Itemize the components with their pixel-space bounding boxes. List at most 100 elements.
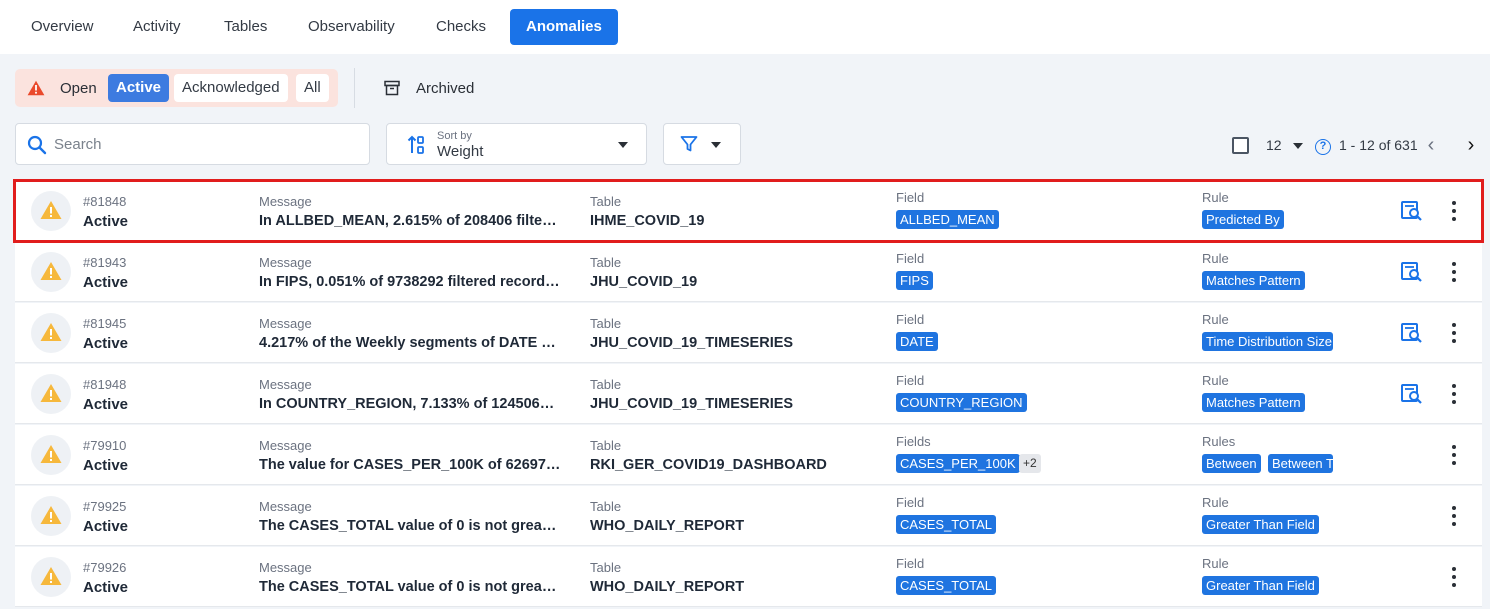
anomaly-status: Active (83, 274, 129, 291)
field-chip: CASES_TOTAL (896, 515, 996, 534)
anomaly-avatar (31, 557, 71, 597)
anomaly-row[interactable]: #81948 Active Message In COUNTRY_REGION,… (15, 364, 1482, 424)
message-label: Message (259, 316, 312, 331)
warning-icon (40, 567, 62, 585)
message-label: Message (259, 377, 312, 392)
message-label: Message (259, 499, 312, 514)
anomaly-row[interactable]: #81848 Active Message In ALLBED_MEAN, 2.… (13, 179, 1484, 243)
table-name: JHU_COVID_19 (590, 274, 698, 290)
field-label: Field (896, 190, 925, 205)
more-options-icon[interactable] (1447, 565, 1461, 589)
rule-chip: Greater Than Field (1202, 515, 1319, 534)
anomaly-avatar (31, 191, 71, 231)
table-label: Table (590, 377, 622, 392)
anomaly-message: In ALLBED_MEAN, 2.615% of 208406 filtere… (259, 213, 561, 229)
message-label: Message (259, 560, 312, 575)
tab-anomalies[interactable]: Anomalies (510, 9, 618, 45)
rule-label: Rules (1202, 434, 1236, 449)
anomaly-avatar (31, 374, 71, 414)
more-options-icon[interactable] (1447, 199, 1461, 223)
inspect-icon[interactable] (1401, 323, 1423, 343)
field-chip: COUNTRY_REGION (896, 393, 1027, 412)
warning-icon (40, 323, 62, 341)
filter-icon (680, 136, 698, 152)
chevron-down-icon[interactable] (1293, 143, 1303, 149)
more-fields-badge[interactable]: +2 (1019, 454, 1041, 473)
prev-page-icon[interactable]: ‹ (1421, 135, 1441, 156)
filter-all-button[interactable]: All (296, 74, 329, 102)
anomaly-row[interactable]: #79926 Active Message The CASES_TOTAL va… (15, 547, 1482, 607)
search-icon (27, 135, 47, 155)
anomaly-avatar (31, 496, 71, 536)
anomaly-status: Active (83, 335, 129, 352)
rule-chip: Between Times (1268, 454, 1333, 473)
field-chip: ALLBED_MEAN (896, 210, 999, 229)
anomaly-row[interactable]: #81943 Active Message In FIPS, 0.051% of… (15, 242, 1482, 302)
tab-overview[interactable]: Overview (15, 9, 110, 45)
more-options-icon[interactable] (1447, 382, 1461, 406)
search-field[interactable] (15, 123, 370, 165)
tab-checks[interactable]: Checks (420, 9, 502, 45)
rule-chip: Matches Pattern (1202, 271, 1305, 290)
anomaly-status: Active (83, 213, 129, 230)
table-name: WHO_DAILY_REPORT (590, 579, 745, 595)
rule-label: Rule (1202, 495, 1229, 510)
chevron-down-icon (711, 142, 721, 148)
rule-chip: Greater Than Field (1202, 576, 1319, 595)
warning-triangle-icon (27, 80, 45, 96)
tab-tables[interactable]: Tables (208, 9, 283, 45)
anomaly-row[interactable]: #81945 Active Message 4.217% of the Week… (15, 303, 1482, 363)
rule-chip: Predicted By (1202, 210, 1284, 229)
warning-icon (40, 262, 62, 280)
anomaly-id: #81943 (83, 255, 127, 270)
filter-active-button[interactable]: Active (108, 74, 170, 102)
help-icon[interactable]: ? (1315, 139, 1331, 155)
more-options-icon[interactable] (1447, 504, 1461, 528)
field-label: Field (896, 556, 925, 571)
anomaly-status: Active (83, 579, 129, 596)
more-options-icon[interactable] (1447, 321, 1461, 345)
field-label: Fields (896, 434, 931, 449)
divider (354, 68, 355, 108)
select-all-checkbox[interactable] (1232, 137, 1249, 154)
inspect-icon[interactable] (1401, 384, 1423, 404)
field-chip: FIPS (896, 271, 933, 290)
chevron-down-icon (618, 142, 628, 148)
field-label: Field (896, 312, 925, 327)
anomaly-status: Active (83, 518, 129, 535)
table-label: Table (590, 316, 622, 331)
field-chip: CASES_TOTAL (896, 576, 996, 595)
rule-label: Rule (1202, 251, 1229, 266)
table-name: JHU_COVID_19_TIMESERIES (590, 335, 794, 351)
next-page-icon[interactable]: › (1461, 135, 1481, 156)
per-page-select[interactable]: 12 (1266, 137, 1282, 153)
search-input[interactable] (54, 132, 354, 156)
tab-observability[interactable]: Observability (292, 9, 411, 45)
field-chip: CASES_PER_100K (896, 454, 1020, 473)
table-name: IHME_COVID_19 (590, 213, 705, 229)
more-options-icon[interactable] (1447, 260, 1461, 284)
rule-label: Rule (1202, 190, 1229, 205)
rule-chip: Matches Pattern (1202, 393, 1305, 412)
inspect-icon[interactable] (1401, 262, 1423, 282)
message-label: Message (259, 438, 312, 453)
inspect-icon[interactable] (1401, 201, 1423, 221)
table-name: RKI_GER_COVID19_DASHBOARD (590, 457, 827, 473)
archived-label: Archived (416, 80, 475, 97)
anomaly-row[interactable]: #79910 Active Message The value for CASE… (15, 425, 1482, 485)
sort-dropdown[interactable]: Sort by Weight (386, 123, 647, 165)
anomaly-id: #79910 (83, 438, 127, 453)
tab-activity[interactable]: Activity (117, 9, 197, 45)
filter-acknowledged-button[interactable]: Acknowledged (174, 74, 288, 102)
anomaly-status: Active (83, 457, 129, 474)
sort-value: Weight (437, 143, 484, 160)
anomaly-message: In FIPS, 0.051% of 9738292 filtered reco… (259, 274, 561, 290)
filter-button[interactable] (663, 123, 741, 165)
sort-icon (407, 135, 424, 154)
more-options-icon[interactable] (1447, 443, 1461, 467)
anomaly-row[interactable]: #79925 Active Message The CASES_TOTAL va… (15, 486, 1482, 546)
pagination-range: 1 - 12 of 631 (1339, 137, 1418, 153)
anomaly-id: #81945 (83, 316, 127, 331)
field-label: Field (896, 251, 925, 266)
message-label: Message (259, 255, 312, 270)
